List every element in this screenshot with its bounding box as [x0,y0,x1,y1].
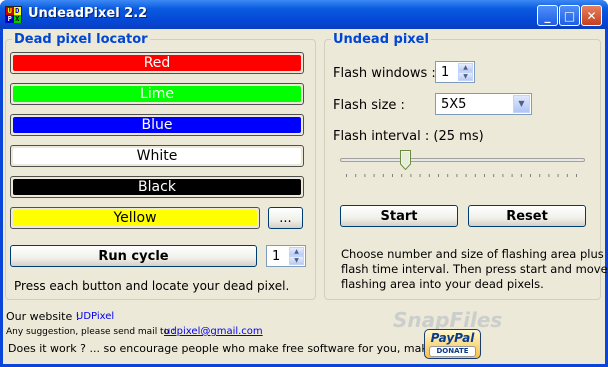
slider-tick [419,174,421,177]
icon-letter: U [6,7,14,15]
slider-tick [548,174,550,177]
spin-down-icon[interactable]: ▼ [458,72,473,81]
color-button-yellow[interactable]: Yellow [10,207,260,229]
slider-tick [447,174,449,177]
icon-letter: D [13,7,21,15]
slider-tick [465,174,467,177]
start-button[interactable]: Start [340,205,458,227]
flash-windows-stepper[interactable]: 1 ▲ ▼ [435,61,475,83]
email-link[interactable]: udpixel@gmail.com [164,326,263,337]
slider-tick [438,174,439,177]
color-button-black[interactable]: Black [10,176,304,198]
slider-tick [428,174,430,177]
reset-button[interactable]: Reset [468,205,586,227]
slider-tick [557,174,559,177]
slider-tick [392,174,393,177]
icon-letter: P [6,15,14,23]
slider-tick [484,174,485,177]
flash-windows-value: 1 [441,65,450,80]
flash-size-value: 5X5 [441,97,467,112]
slider-tick [456,174,458,177]
slider-tick [355,174,357,177]
color-button-lime[interactable]: Lime [10,83,304,105]
minimize-button[interactable]: _ [537,5,558,26]
slider-tick [530,174,531,177]
slider-tick [364,174,366,177]
flash-interval-label: Flash interval : (25 ms) [333,129,484,144]
maximize-button[interactable]: □ [559,5,580,26]
run-cycle-stepper[interactable]: 1 ▲ ▼ [266,245,306,267]
color-label: Black [138,179,176,195]
slider-tick [346,174,347,177]
custom-color-button[interactable]: ... [268,207,303,229]
color-button-white[interactable]: White [10,145,304,167]
slider-tick [539,174,541,177]
slider-thumb[interactable] [399,150,411,170]
description-line-1: Choose number and size of flashing area … [341,247,604,261]
slider-ticks [346,174,577,177]
flash-windows-label: Flash windows : [333,66,436,81]
icon-letter: X [13,15,21,23]
client-area: Dead pixel locator Red Lime Blue White B… [3,29,608,364]
description-line-3: flashing area into your dead pixels. [341,277,544,291]
app-icon: U D P X [5,6,22,23]
website-link[interactable]: UDPixel [76,311,114,322]
donation-text: Does it work ? ... so encourage people w… [8,342,474,355]
slider-tick [373,174,375,177]
close-icon: ✕ [586,8,597,23]
slider-tick [566,174,568,177]
title-bar[interactable]: U D P X UndeadPixel 2.2 _ □ ✕ [0,0,608,29]
slider-tick [502,174,504,177]
donate-label: DONATE [429,346,476,357]
run-cycle-value: 1 [272,249,281,264]
spin-up-icon[interactable]: ▲ [289,247,304,256]
locator-title: Dead pixel locator [12,32,150,47]
slider-tick [401,174,403,177]
minimize-icon: _ [544,8,551,23]
chevron-down-icon[interactable]: ▼ [513,95,530,113]
paypal-donate-button[interactable]: PayPal DONATE [424,329,481,359]
paypal-logo: PayPal [430,331,475,345]
slider-tick [520,174,522,177]
slider-tick [410,174,412,177]
slider-tick [576,174,577,177]
spin-up-icon[interactable]: ▲ [458,63,473,72]
slider-tick [511,174,513,177]
close-button[interactable]: ✕ [581,5,602,26]
undead-title: Undead pixel [331,32,431,47]
slider-tick [382,174,384,177]
description-line-2: flash time interval. Then press start an… [341,262,608,276]
locator-hint: Press each button and locate your dead p… [14,279,290,293]
run-cycle-button[interactable]: Run cycle [10,245,257,267]
slider-tick [474,174,476,177]
maximize-icon: □ [563,8,576,23]
flash-size-select[interactable]: 5X5 ▼ [435,93,532,115]
color-button-red[interactable]: Red [10,52,304,74]
spin-down-icon[interactable]: ▼ [289,256,304,265]
color-label: Red [143,55,171,71]
window-title: UndeadPixel 2.2 [28,6,148,21]
app-window: U D P X UndeadPixel 2.2 _ □ ✕ Dead pixel… [0,0,608,367]
website-label: Our website : [6,310,80,323]
color-button-blue[interactable]: Blue [10,114,304,136]
color-label: Lime [140,86,174,102]
color-label: Blue [141,117,173,133]
flash-size-label: Flash size : [333,98,405,113]
slider-tick [493,174,495,177]
color-label: White [136,148,178,164]
flash-interval-track[interactable] [340,158,585,162]
color-label: Yellow [113,210,157,226]
suggestion-label: Any suggestion, please send mail to : [6,327,175,337]
